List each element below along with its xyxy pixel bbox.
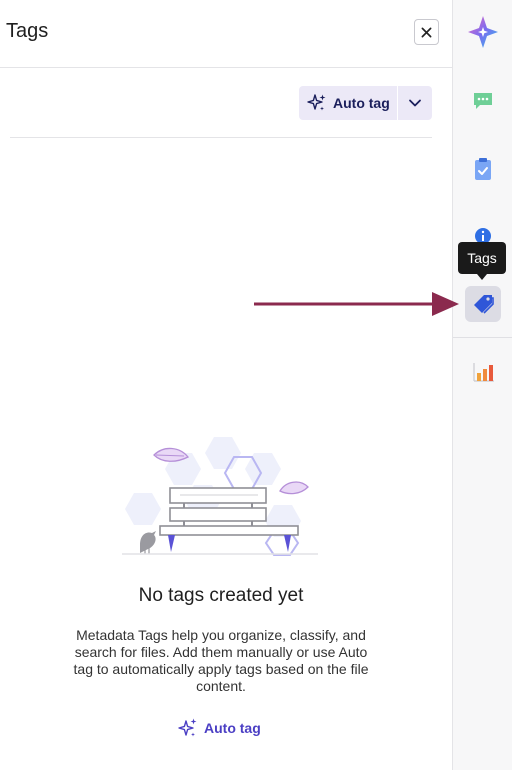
close-icon bbox=[421, 27, 432, 37]
bar-chart-icon bbox=[473, 363, 494, 382]
rail-item-tags[interactable] bbox=[465, 286, 501, 322]
sparkle-icon bbox=[307, 94, 326, 111]
empty-state-title: No tags created yet bbox=[138, 585, 304, 606]
side-rail bbox=[452, 0, 512, 770]
tags-toolbar: Auto tag bbox=[10, 68, 432, 138]
rail-divider bbox=[453, 337, 512, 338]
empty-state-description: Metadata Tags help you organize, classif… bbox=[73, 627, 369, 694]
tag-icon bbox=[474, 295, 494, 314]
autotag-dropdown-button[interactable] bbox=[398, 86, 432, 120]
sparkle-icon bbox=[178, 718, 197, 737]
autotag-link-label: Auto tag bbox=[204, 720, 261, 736]
autotag-button-label: Auto tag bbox=[333, 95, 390, 111]
panel-title: Tags bbox=[6, 20, 49, 42]
chevron-down-icon bbox=[409, 99, 421, 107]
autotag-split-button: Auto tag bbox=[299, 86, 432, 120]
autotag-link[interactable]: Auto tag bbox=[178, 716, 261, 740]
tags-tooltip: Tags bbox=[458, 242, 506, 280]
chat-bubble-icon bbox=[474, 93, 492, 109]
tags-panel: Tags Auto tag No tags created yet Metada… bbox=[0, 0, 452, 770]
rail-item-comments[interactable] bbox=[471, 89, 495, 113]
clipboard-check-icon bbox=[475, 158, 491, 180]
rail-item-tasks[interactable] bbox=[471, 156, 495, 182]
panel-header: Tags bbox=[0, 0, 452, 68]
autotag-button[interactable]: Auto tag bbox=[299, 86, 398, 120]
rail-item-ai-assistant[interactable] bbox=[466, 15, 500, 49]
annotation-arrow bbox=[254, 292, 459, 316]
sparkle-star-icon bbox=[468, 16, 498, 48]
rail-item-insights[interactable] bbox=[472, 361, 496, 383]
close-button[interactable] bbox=[414, 19, 439, 45]
bench-with-bird-illustration bbox=[122, 437, 318, 556]
